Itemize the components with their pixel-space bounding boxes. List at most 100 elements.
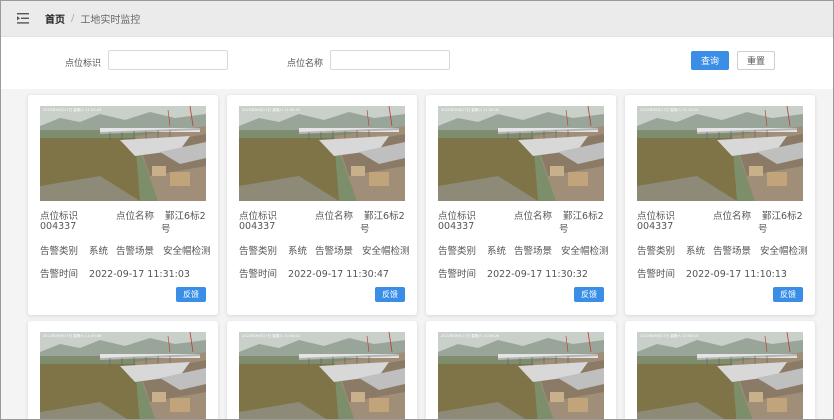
- alarm-card: 2022年09月17日 星期六 11:30:32 点位标识 004337 点位名…: [426, 95, 616, 315]
- feedback-button[interactable]: 反馈: [773, 287, 803, 302]
- alarm-card: 2022年09月17日 星期六 11:31:03 点位标识 004337 点位名…: [28, 95, 218, 315]
- alarm-card: 2022年09月17日 星期六 10:58:10: [625, 321, 815, 419]
- alarm-scene-key: 告警场景: [713, 246, 752, 257]
- reset-button[interactable]: 重置: [737, 51, 775, 70]
- point-code-row: 点位标识: [239, 208, 277, 222]
- search-bar: 点位标识 点位名称 查询 重置: [1, 37, 833, 89]
- point-code-value: 004337: [637, 221, 674, 232]
- point-name-value-line2: 号: [559, 224, 569, 235]
- alarm-type-key: 告警类别: [40, 246, 79, 257]
- alarm-time-row: 告警时间 2022-09-17 11:30:32: [438, 266, 588, 280]
- alarm-time-value: 2022-09-17 11:30:32: [487, 269, 588, 280]
- alarm-scene-value: 安全帽检测: [760, 246, 808, 257]
- alarm-snapshot[interactable]: 2022年09月17日 星期六 11:31:03: [40, 106, 206, 201]
- point-code-row: 点位标识: [40, 208, 78, 222]
- point-name-row: 点位名称 鄞江6标2: [116, 208, 206, 222]
- point-name-value: 鄞江6标2: [563, 211, 604, 222]
- point-name-key: 点位名称: [315, 211, 354, 222]
- feedback-button[interactable]: 反馈: [176, 287, 206, 302]
- point-name-value-line2: 号: [161, 224, 171, 235]
- alarm-snapshot[interactable]: 2022年09月17日 星期六 11:09:58: [40, 332, 206, 419]
- alarm-type-value: 系统: [288, 246, 308, 257]
- alarm-scene-value: 安全帽检测: [362, 246, 410, 257]
- point-code-row: 点位标识: [637, 208, 675, 222]
- alarm-snapshot[interactable]: 2022年09月17日 星期六 11:30:47: [239, 106, 405, 201]
- alarm-snapshot[interactable]: 2022年09月17日 星期六 10:58:10: [637, 332, 803, 419]
- breadcrumb-current: 工地实时监控: [80, 15, 141, 26]
- alarm-type-value: 系统: [686, 246, 706, 257]
- alarm-snapshot[interactable]: 2022年09月17日 星期六 11:30:32: [438, 106, 604, 201]
- point-code-value-row: 004337: [40, 221, 76, 232]
- point-code-row: 点位标识: [438, 208, 476, 222]
- alarm-time-key: 告警时间: [239, 269, 278, 280]
- camera-timestamp: 2022年09月17日 星期六 11:30:32: [441, 107, 499, 112]
- point-name-value-cont: 号: [161, 221, 171, 235]
- query-button[interactable]: 查询: [691, 51, 729, 70]
- point-code-value: 004337: [239, 221, 276, 232]
- point-code-value-row: 004337: [239, 221, 275, 232]
- alarm-scene-row: 告警场景 安全帽检测: [315, 243, 410, 257]
- alarm-scene-value: 安全帽检测: [561, 246, 609, 257]
- menu-fold-icon[interactable]: [11, 9, 37, 29]
- alarm-time-value: 2022-09-17 11:10:13: [686, 269, 787, 280]
- point-name-label: 点位名称: [287, 59, 324, 69]
- alarm-scene-row: 告警场景 安全帽检测: [116, 243, 211, 257]
- feedback-button[interactable]: 反馈: [574, 287, 604, 302]
- alarm-card: 2022年09月17日 星期六 11:30:47 点位标识 004337 点位名…: [227, 95, 417, 315]
- point-name-row: 点位名称 鄞江6标2: [713, 208, 803, 222]
- camera-timestamp: 2022年09月17日 星期六 11:30:47: [242, 107, 300, 112]
- alarm-card: 2022年09月17日 星期六 10:58:41: [227, 321, 417, 419]
- alarm-snapshot[interactable]: 2022年09月17日 星期六 11:10:13: [637, 106, 803, 201]
- alarm-scene-key: 告警场景: [315, 246, 354, 257]
- alarm-time-row: 告警时间 2022-09-17 11:31:03: [40, 266, 190, 280]
- alarm-type-key: 告警类别: [637, 246, 676, 257]
- point-name-value-line2: 号: [758, 224, 768, 235]
- top-header: 首页 / 工地实时监控: [1, 1, 833, 37]
- camera-timestamp: 2022年09月17日 星期六 10:58:41: [242, 333, 300, 338]
- alarm-time-key: 告警时间: [40, 269, 79, 280]
- alarm-scene-value: 安全帽检测: [163, 246, 211, 257]
- point-code-input[interactable]: [108, 50, 228, 70]
- point-name-key: 点位名称: [713, 211, 752, 222]
- alarm-snapshot[interactable]: 2022年09月17日 星期六 10:58:41: [239, 332, 405, 419]
- alarm-time-row: 告警时间 2022-09-17 11:10:13: [637, 266, 787, 280]
- point-name-row: 点位名称 鄞江6标2: [315, 208, 405, 222]
- alarm-time-value: 2022-09-17 11:30:47: [288, 269, 389, 280]
- app-frame: 首页 / 工地实时监控 点位标识 点位名称 查询 重置 2022年09月17日 …: [0, 0, 834, 420]
- point-name-value: 鄞江6标2: [165, 211, 206, 222]
- point-name-input[interactable]: [330, 50, 450, 70]
- alarm-card: 2022年09月17日 星期六 11:10:13 点位标识 004337 点位名…: [625, 95, 815, 315]
- camera-timestamp: 2022年09月17日 星期六 11:10:13: [640, 107, 698, 112]
- feedback-button[interactable]: 反馈: [375, 287, 405, 302]
- point-name-value: 鄞江6标2: [364, 211, 405, 222]
- camera-timestamp: 2022年09月17日 星期六 11:09:58: [43, 333, 102, 338]
- alarm-time-key: 告警时间: [637, 269, 676, 280]
- point-name-value-cont: 号: [758, 221, 768, 235]
- alarm-scene-row: 告警场景 安全帽检测: [514, 243, 609, 257]
- camera-timestamp: 2022年09月17日 星期六 10:58:26: [441, 333, 500, 338]
- alarm-time-key: 告警时间: [438, 269, 477, 280]
- breadcrumb-home[interactable]: 首页: [45, 11, 65, 26]
- alarm-type-key: 告警类别: [239, 246, 278, 257]
- alarm-type-value: 系统: [89, 246, 109, 257]
- alarm-time-row: 告警时间 2022-09-17 11:30:47: [239, 266, 389, 280]
- point-code-value-row: 004337: [438, 221, 474, 232]
- alarm-card: 2022年09月17日 星期六 10:58:26: [426, 321, 616, 419]
- point-code-label: 点位标识: [65, 59, 102, 69]
- camera-timestamp: 2022年09月17日 星期六 11:31:03: [43, 107, 101, 112]
- alarm-type-row: 告警类别 系统: [40, 243, 108, 257]
- alarm-card: 2022年09月17日 星期六 11:09:58: [28, 321, 218, 419]
- alarm-type-row: 告警类别 系统: [637, 243, 705, 257]
- camera-timestamp: 2022年09月17日 星期六 10:58:10: [640, 333, 699, 338]
- alarm-type-value: 系统: [487, 246, 507, 257]
- breadcrumb-separator: /: [71, 13, 75, 24]
- point-name-value: 鄞江6标2: [762, 211, 803, 222]
- point-code-value-row: 004337: [637, 221, 673, 232]
- alarm-scene-key: 告警场景: [116, 246, 155, 257]
- point-name-row: 点位名称 鄞江6标2: [514, 208, 604, 222]
- point-name-value-line2: 号: [360, 224, 370, 235]
- alarm-time-value: 2022-09-17 11:31:03: [89, 269, 190, 280]
- alarm-type-row: 告警类别 系统: [239, 243, 307, 257]
- point-code-value: 004337: [40, 221, 77, 232]
- alarm-snapshot[interactable]: 2022年09月17日 星期六 10:58:26: [438, 332, 604, 419]
